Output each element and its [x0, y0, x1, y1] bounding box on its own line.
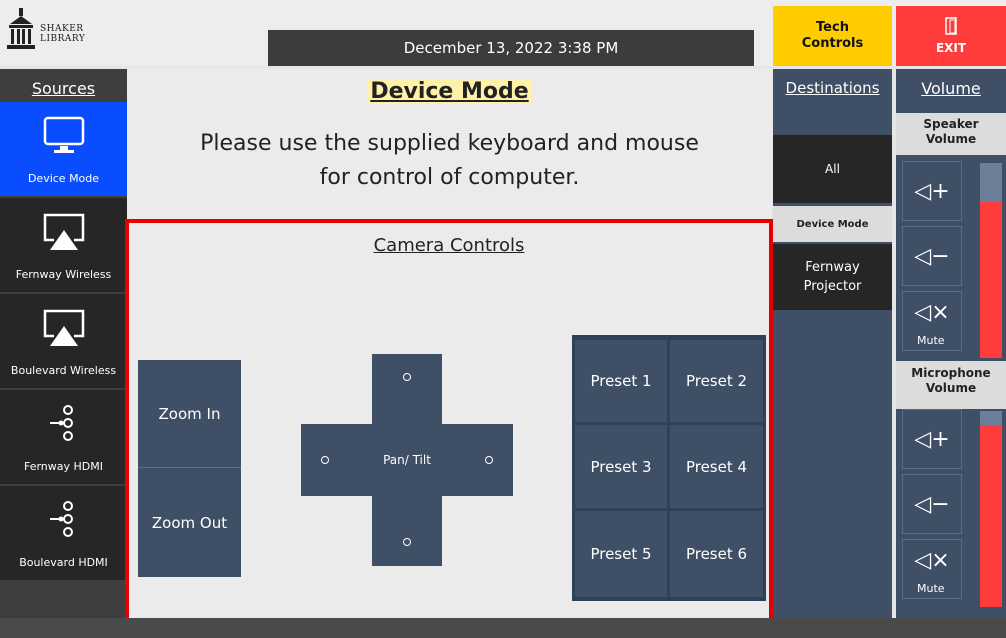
microphone-volume-down-button[interactable]: ◁− [902, 474, 962, 534]
volume-down-icon: ◁− [914, 491, 950, 517]
volume-heading: Volume [921, 79, 981, 98]
preset-label: Preset 2 [685, 372, 748, 390]
source-label: Fernway Wireless [15, 268, 112, 281]
destination-label: Device Mode [796, 218, 869, 230]
presets-grid: Preset 1 Preset 2 Preset 3 Preset 4 Pres… [572, 335, 766, 601]
hdmi-input-icon [0, 498, 127, 542]
source-fernway-hdmi[interactable]: Fernway HDMI [0, 390, 127, 485]
mute-label: Mute [917, 334, 945, 347]
bottom-bar [0, 618, 1006, 638]
destination-fernway-projector[interactable]: Fernway Projector [773, 244, 892, 310]
preset-5-button[interactable]: Preset 5 [575, 511, 667, 597]
speaker-volume-up-button[interactable]: ◁+ [902, 161, 962, 221]
tilt-down-button[interactable] [372, 494, 442, 566]
microphone-volume-up-button[interactable]: ◁+ [902, 409, 962, 469]
tech-controls-button[interactable]: Tech Controls [773, 6, 892, 66]
preset-label: Preset 4 [685, 457, 748, 476]
zoom-out-label: Zoom Out [151, 513, 228, 532]
sources-panel: Sources Device Mode Fernway Wireless Bou… [0, 69, 127, 618]
pan-left-button[interactable] [301, 424, 371, 496]
volume-up-icon: ◁+ [914, 426, 950, 452]
destinations-heading: Destinations [785, 79, 880, 97]
page-title-text: Device Mode [368, 79, 531, 104]
zoom-in-button[interactable]: Zoom In [138, 360, 241, 468]
tilt-up-button[interactable] [372, 354, 442, 426]
hdmi-input-icon [0, 402, 127, 446]
instruction-message: Please use the supplied keyboard and mou… [200, 131, 699, 190]
exit-door-icon [945, 17, 957, 35]
zoom-out-button[interactable]: Zoom Out [138, 468, 241, 577]
mute-icon: ◁× [914, 300, 950, 325]
up-dot-icon [403, 373, 411, 381]
airplay-icon [0, 306, 127, 350]
pan-right-button[interactable] [443, 424, 513, 496]
volume-up-icon: ◁+ [914, 178, 950, 204]
mute-label: Mute [917, 582, 945, 595]
page-title: Device Mode [127, 79, 772, 104]
destination-label: Fernway Projector [803, 260, 862, 294]
preset-2-button[interactable]: Preset 2 [670, 340, 763, 422]
zoom-in-label: Zoom In [158, 404, 221, 423]
destination-device-mode[interactable]: Device Mode [773, 206, 892, 242]
speaker-volume-down-button[interactable]: ◁− [902, 226, 962, 286]
destinations-panel: Destinations All Device Mode Fernway Pro… [773, 69, 892, 618]
tech-controls-label-line2: Controls [801, 36, 864, 51]
volume-panel: Volume Speaker Volume ◁+ ◁− ◁× Mute Micr… [896, 69, 1006, 618]
down-dot-icon [403, 538, 411, 546]
library-building-icon [7, 8, 35, 49]
exit-label: EXIT [935, 41, 967, 55]
speaker-volume-heading: Speaker Volume [896, 113, 1006, 155]
camera-controls-panel: Camera Controls Zoom In Zoom Out Pan/ Ti… [125, 219, 773, 623]
source-label: Boulevard HDMI [19, 556, 108, 569]
speaker-volume-fill [980, 202, 1002, 358]
preset-label: Preset 3 [590, 457, 652, 476]
preset-6-button[interactable]: Preset 6 [670, 511, 763, 597]
left-dot-icon [321, 456, 329, 464]
pan-tilt-label: Pan/ Tilt [383, 453, 431, 467]
source-boulevard-hdmi[interactable]: Boulevard HDMI [0, 486, 127, 581]
microphone-volume-heading: Microphone Volume [896, 361, 1006, 409]
date-time-bar: December 13, 2022 3:38 PM [268, 30, 754, 66]
preset-1-button[interactable]: Preset 1 [575, 340, 667, 422]
microphone-volume-slider[interactable] [980, 411, 1002, 607]
preset-label: Preset 6 [685, 545, 748, 563]
destination-label: All [825, 162, 840, 176]
source-label: Fernway HDMI [23, 460, 103, 473]
source-device-mode[interactable]: Device Mode [0, 102, 127, 197]
camera-controls-title: Camera Controls [373, 235, 525, 256]
shaker-library-logo: SHAKER LIBRARY [6, 6, 116, 60]
destination-all[interactable]: All [773, 135, 892, 203]
logo-text-line2: LIBRARY [40, 34, 86, 44]
source-label: Device Mode [27, 172, 100, 185]
logo-text: SHAKER LIBRARY [40, 24, 85, 44]
right-dot-icon [485, 456, 493, 464]
volume-down-icon: ◁− [914, 243, 950, 269]
mute-icon: ◁× [914, 548, 950, 573]
source-fernway-wireless[interactable]: Fernway Wireless [0, 198, 127, 293]
source-boulevard-wireless[interactable]: Boulevard Wireless [0, 294, 127, 389]
exit-button[interactable]: EXIT [896, 6, 1006, 66]
speaker-mute-button[interactable]: ◁× Mute [902, 291, 962, 351]
preset-3-button[interactable]: Preset 3 [575, 425, 667, 508]
monitor-icon [0, 114, 127, 158]
sources-heading: Sources [31, 79, 96, 98]
airplay-icon [0, 210, 127, 254]
source-label: Boulevard Wireless [10, 364, 117, 377]
date-time-text: December 13, 2022 3:38 PM [403, 39, 619, 57]
speaker-volume-slider[interactable] [980, 163, 1002, 358]
preset-label: Preset 5 [590, 545, 652, 563]
logo-text-line1: SHAKER [40, 24, 84, 34]
preset-4-button[interactable]: Preset 4 [670, 425, 763, 508]
microphone-volume-fill [980, 424, 1002, 607]
tech-controls-label-line1: Tech [816, 20, 849, 35]
microphone-mute-button[interactable]: ◁× Mute [902, 539, 962, 599]
preset-label: Preset 1 [590, 372, 652, 390]
